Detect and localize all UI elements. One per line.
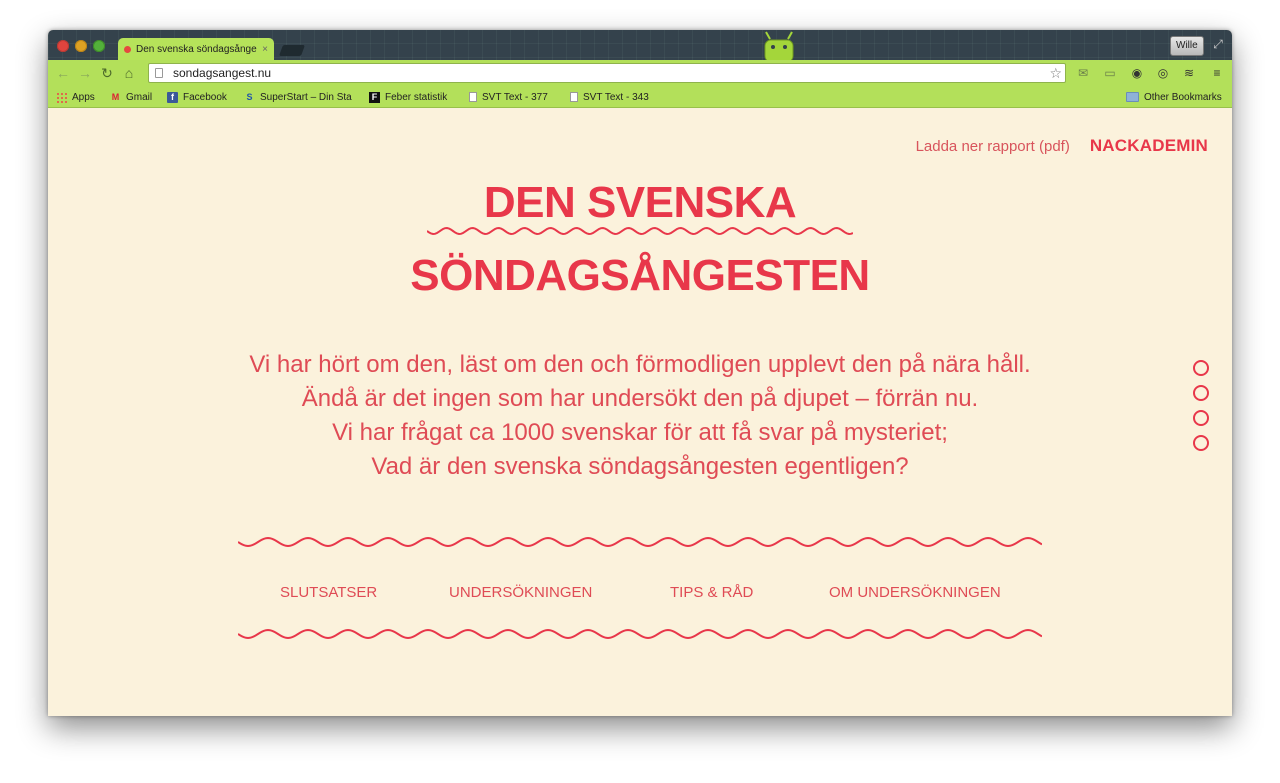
bookmark-superstart[interactable]: S SuperStart – Din Sta <box>244 90 354 104</box>
cast-extension-icon[interactable]: ▭ <box>1102 65 1118 81</box>
forward-icon[interactable]: → <box>74 65 96 81</box>
bookmarks-bar: Apps M Gmail f Facebook S SuperStart – D… <box>48 86 1232 108</box>
gmail-icon: M <box>111 91 120 102</box>
page-title-line-2: SÖNDAGSÅNGESTEN <box>410 251 870 300</box>
menu-item-slutsatser[interactable]: SLUTSATSER <box>280 584 377 601</box>
apps-icon <box>56 91 67 103</box>
dashlane-extension-icon[interactable]: ◉ <box>1129 65 1145 81</box>
bookmark-label: Feber statistik <box>385 91 448 103</box>
zoom-window-button[interactable] <box>93 40 105 52</box>
download-report-link[interactable]: Ladda ner rapport (pdf) <box>916 138 1070 155</box>
slide-dot-4[interactable] <box>1193 435 1209 451</box>
menu-icon[interactable]: ≡ <box>1209 65 1225 81</box>
feber-icon: F <box>369 91 380 103</box>
slide-dot-3[interactable] <box>1193 410 1209 426</box>
close-tab-icon[interactable]: × <box>262 44 268 55</box>
intro-line: Vad är den svenska söndagsångesten egent… <box>371 453 909 480</box>
bookmark-label: Gmail <box>126 91 153 103</box>
browser-toolbar: ← → ↻ ⌂ ☆ ✉ ▭ ◉ ◎ ≋ ≡ <box>48 60 1232 86</box>
other-bookmarks[interactable]: Other Bookmarks <box>1126 90 1222 104</box>
page-content: Ladda ner rapport (pdf) NACKADEMIN DEN S… <box>48 108 1232 716</box>
facebook-icon: f <box>167 91 178 103</box>
document-icon <box>469 92 477 102</box>
menu-item-undersokningen[interactable]: UNDERSÖKNINGEN <box>449 584 592 601</box>
home-icon[interactable]: ⌂ <box>118 65 140 81</box>
back-icon[interactable]: ← <box>52 65 74 81</box>
bookmark-label: Facebook <box>183 91 227 103</box>
browser-window: Den svenska söndagsånge × Wille ⤢ ← → ↻ … <box>48 30 1232 716</box>
bookmark-label: SVT Text - 343 <box>583 91 649 103</box>
title-wave-divider <box>427 227 853 235</box>
intro-line: Vi har hört om den, läst om den och förm… <box>249 351 1031 378</box>
bookmark-label: SVT Text - 377 <box>482 91 548 103</box>
menu-item-om-undersokningen[interactable]: OM UNDERSÖKNINGEN <box>829 584 1001 601</box>
menu-wave-divider-top <box>238 536 1042 548</box>
brand-logo[interactable]: NACKADEMIN <box>1090 136 1208 156</box>
bookmark-label: Other Bookmarks <box>1144 91 1222 103</box>
bookmark-apps[interactable]: Apps <box>56 90 95 104</box>
favicon-icon <box>124 45 131 53</box>
menu-item-tips-rad[interactable]: TIPS & RÅD <box>670 584 753 601</box>
menu-wave-divider-bottom <box>238 628 1042 640</box>
bookmark-star-icon[interactable]: ☆ <box>1049 65 1062 82</box>
reload-icon[interactable]: ↻ <box>96 65 118 82</box>
superstart-icon: S <box>246 91 253 102</box>
bookmark-svt-377[interactable]: SVT Text - 377 <box>469 90 548 104</box>
document-icon <box>570 92 578 102</box>
minimize-window-button[interactable] <box>75 40 87 52</box>
intro-text: Vi har hört om den, läst om den och förm… <box>48 348 1232 484</box>
top-links: Ladda ner rapport (pdf) NACKADEMIN <box>916 136 1208 156</box>
slide-dot-2[interactable] <box>1193 385 1209 401</box>
mail-extension-icon[interactable]: ✉ <box>1075 65 1091 81</box>
page-icon <box>155 68 163 78</box>
camera-extension-icon[interactable]: ◎ <box>1155 65 1171 81</box>
buffer-extension-icon[interactable]: ≋ <box>1181 65 1197 81</box>
main-menu: SLUTSATSER UNDERSÖKNINGEN TIPS & RÅD OM … <box>48 584 1232 608</box>
title-bar: Den svenska söndagsånge × Wille ⤢ <box>48 30 1232 60</box>
profile-button[interactable]: Wille <box>1170 36 1204 56</box>
fullscreen-icon[interactable]: ⤢ <box>1210 36 1226 52</box>
url-input[interactable] <box>171 65 1065 81</box>
android-theme-icon <box>764 31 794 60</box>
bookmark-gmail[interactable]: M Gmail <box>110 90 152 104</box>
folder-icon <box>1126 92 1139 102</box>
bookmark-facebook[interactable]: f Facebook <box>167 90 227 104</box>
bookmark-feber[interactable]: F Feber statistik <box>369 90 447 104</box>
bookmark-label: Apps <box>72 91 95 103</box>
tab-title: Den svenska söndagsånge <box>136 43 257 55</box>
slide-navigation <box>1193 360 1209 460</box>
intro-line: Ändå är det ingen som har undersökt den … <box>301 385 979 412</box>
close-window-button[interactable] <box>57 40 69 52</box>
page-title-line-1: DEN SVENSKA <box>483 178 797 227</box>
browser-tab[interactable]: Den svenska söndagsånge × <box>118 38 274 60</box>
new-tab-button[interactable] <box>278 45 306 56</box>
intro-line: Vi har frågat ca 1000 svenskar för att f… <box>332 419 948 446</box>
slide-dot-1[interactable] <box>1193 360 1209 376</box>
address-bar[interactable]: ☆ <box>148 63 1066 83</box>
bookmark-label: SuperStart – Din Sta <box>260 91 352 103</box>
bookmark-svt-343[interactable]: SVT Text - 343 <box>570 90 649 104</box>
